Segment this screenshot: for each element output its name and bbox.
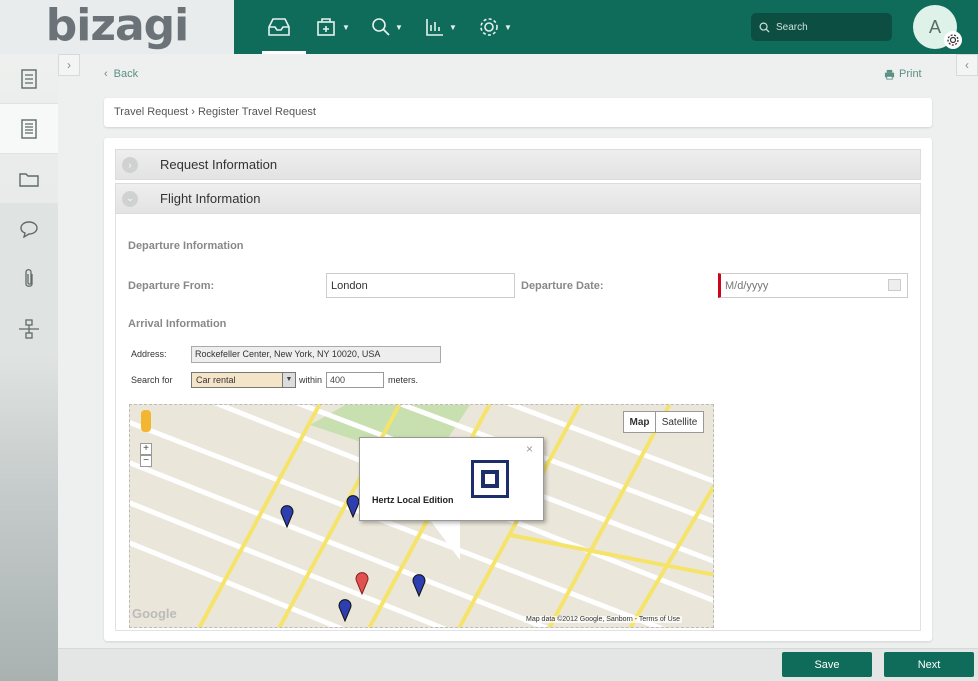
search-icon — [759, 22, 770, 33]
analytics-nav-button[interactable]: ▼ — [414, 0, 468, 54]
caret-down-icon: ▼ — [449, 22, 457, 32]
map-pin-icon[interactable] — [280, 504, 294, 528]
sidebar-item-folders[interactable] — [0, 154, 58, 204]
avatar-letter: A — [928, 16, 941, 37]
back-link[interactable]: ‹ Back — [104, 68, 138, 80]
section-flight-information[interactable]: ⌄ Flight Information — [115, 183, 921, 214]
inbox-icon — [268, 18, 290, 36]
comment-icon — [20, 220, 38, 238]
folder-icon — [19, 172, 39, 187]
settings-nav-button[interactable]: ▼ — [468, 0, 522, 54]
arrival-info-heading: Arrival Information — [128, 318, 227, 330]
map-type-map-button[interactable]: Map — [623, 411, 656, 433]
dropdown-arrow-icon[interactable]: ▼ — [282, 373, 295, 387]
map-pin-icon[interactable] — [338, 598, 352, 622]
street-view-icon[interactable] — [141, 410, 151, 432]
caret-down-icon: ▼ — [395, 22, 403, 32]
chart-icon — [426, 19, 444, 36]
new-case-icon — [317, 18, 335, 36]
back-label: Back — [113, 68, 139, 80]
logo[interactable]: bizagi — [0, 0, 234, 54]
breadcrumb: Travel Request › Register Travel Request — [104, 98, 932, 127]
sidebar-item-summary[interactable] — [0, 54, 58, 104]
departure-info-heading: Departure Information — [128, 240, 244, 252]
popup-tail — [430, 520, 460, 560]
print-label: Print — [899, 68, 922, 80]
section-request-information[interactable]: › Request Information — [115, 149, 921, 180]
search-for-select[interactable]: Car rental — [191, 372, 296, 388]
within-label: within — [299, 375, 323, 385]
distance-stepper[interactable]: 400 — [326, 372, 384, 388]
map-attribution: Map data ©2012 Google, Sanborn - Terms o… — [524, 616, 683, 623]
collapse-right-panel-button[interactable]: ‹ — [956, 54, 978, 76]
caret-down-icon: ▼ — [504, 22, 512, 32]
meters-label: meters. — [388, 375, 419, 385]
paperclip-icon — [25, 268, 33, 287]
chevron-left-icon: ‹ — [965, 58, 969, 72]
search-box[interactable] — [751, 13, 892, 41]
search-for-label: Search for — [131, 375, 173, 385]
zoom-in-button[interactable]: + — [140, 443, 152, 455]
top-bar: bizagi ▼ ▼ ▼ ▼ A — [0, 0, 978, 54]
address-field[interactable]: Rockefeller Center, New York, NY 10020, … — [191, 346, 441, 363]
print-link[interactable]: Print — [884, 68, 922, 80]
departure-from-label: Departure From: — [128, 280, 215, 292]
search-nav-button[interactable]: ▼ — [360, 0, 414, 54]
section-title: Flight Information — [160, 191, 261, 206]
search-icon — [372, 18, 390, 36]
inbox-nav-button[interactable] — [252, 0, 306, 54]
sidebar-item-workflow[interactable] — [0, 304, 58, 354]
logo-text: bizagi — [45, 0, 189, 51]
printer-icon — [884, 69, 895, 80]
left-sidebar — [0, 54, 58, 681]
hertz-logo — [471, 460, 509, 498]
search-input[interactable] — [776, 21, 876, 33]
departure-date-field[interactable] — [718, 273, 908, 298]
caret-down-icon: ▼ — [342, 22, 350, 32]
save-button[interactable]: Save — [782, 652, 872, 677]
chevron-down-icon: ⌄ — [122, 190, 138, 207]
sidebar-item-form[interactable] — [0, 104, 58, 154]
location-marker-icon[interactable] — [355, 571, 369, 595]
zoom-out-button[interactable]: − — [140, 455, 152, 467]
calendar-icon[interactable] — [888, 279, 901, 291]
google-logo: Google — [132, 606, 177, 621]
map-pin-icon[interactable] — [412, 573, 426, 597]
map-pin-icon[interactable] — [346, 494, 360, 518]
summary-icon — [21, 68, 37, 89]
departure-date-label: Departure Date: — [521, 280, 604, 292]
next-button[interactable]: Next — [884, 652, 974, 677]
sidebar-item-comments[interactable] — [0, 204, 58, 254]
sidebar-item-attachments[interactable] — [0, 254, 58, 304]
form-icon — [21, 118, 37, 139]
main-nav: ▼ ▼ ▼ ▼ — [252, 0, 522, 54]
chevron-left-icon: ‹ — [104, 68, 108, 80]
gear-icon — [480, 18, 498, 36]
chevron-right-icon: › — [67, 58, 71, 72]
address-label: Address: — [131, 349, 167, 359]
map-info-popup[interactable]: × Hertz Local Edition — [359, 437, 544, 521]
popup-title: Hertz Local Edition — [372, 495, 454, 505]
workflow-icon — [19, 318, 39, 339]
section-title: Request Information — [160, 157, 278, 172]
map-type-satellite-button[interactable]: Satellite — [655, 411, 704, 433]
chevron-right-icon: › — [122, 156, 138, 173]
departure-from-field[interactable] — [326, 273, 515, 298]
expand-left-panel-button[interactable]: › — [58, 54, 80, 76]
close-icon[interactable]: × — [526, 442, 533, 456]
avatar-settings-icon[interactable] — [944, 31, 962, 49]
new-case-nav-button[interactable]: ▼ — [306, 0, 360, 54]
